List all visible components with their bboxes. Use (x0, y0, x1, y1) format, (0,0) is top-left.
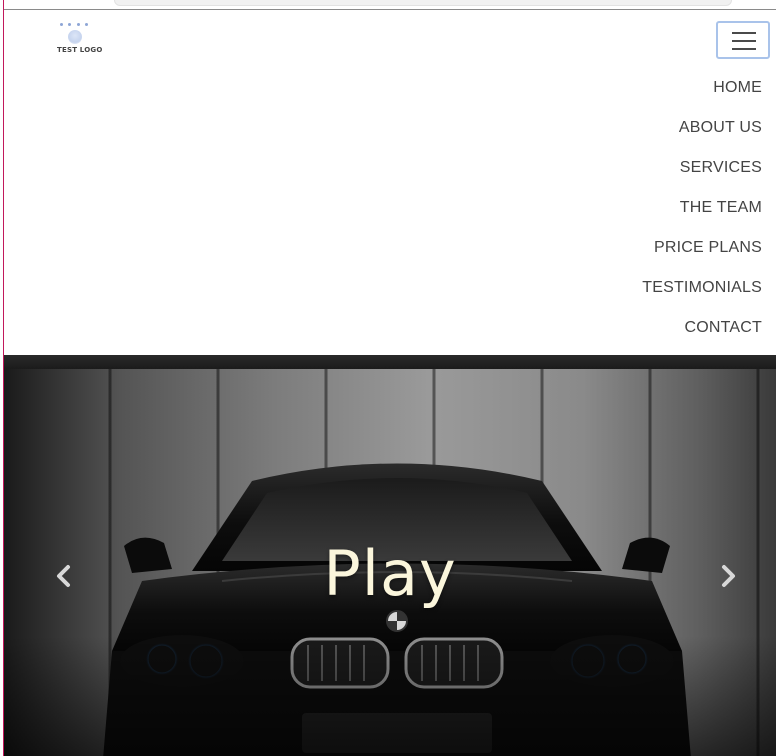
nav-item-contact: CONTACT (642, 307, 762, 347)
nav-link-about-us[interactable]: ABOUT US (679, 119, 762, 136)
chevron-right-icon (722, 565, 735, 587)
nav-item-about-us: ABOUT US (642, 107, 762, 147)
nav-item-home: HOME (642, 67, 762, 107)
logo-mark-icon (68, 30, 82, 44)
nav-link-services[interactable]: SERVICES (680, 159, 762, 176)
carousel-next-button[interactable] (716, 561, 742, 591)
logo-dots (60, 23, 88, 26)
site-header: TEST LOGO HOME ABOUT US SERVICES THE TEA… (4, 10, 776, 355)
chevron-left-icon (57, 565, 70, 587)
logo-text: TEST LOGO (57, 46, 103, 54)
page: TEST LOGO HOME ABOUT US SERVICES THE TEA… (0, 0, 776, 756)
ceiling-band (4, 355, 776, 369)
nav-link-the-team[interactable]: THE TEAM (680, 199, 762, 216)
address-bar-remnant (114, 0, 732, 6)
nav-item-services: SERVICES (642, 147, 762, 187)
nav-link-contact[interactable]: CONTACT (684, 319, 762, 336)
main-nav: HOME ABOUT US SERVICES THE TEAM PRICE PL… (642, 67, 762, 347)
hero-carousel: Play (4, 355, 776, 756)
nav-item-price-plans: PRICE PLANS (642, 227, 762, 267)
carousel-caption: Play (323, 537, 457, 610)
nav-link-home[interactable]: HOME (713, 79, 762, 96)
nav-link-testimonials[interactable]: TESTIMONIALS (642, 279, 762, 296)
menu-toggle-button[interactable] (716, 21, 770, 59)
nav-link-price-plans[interactable]: PRICE PLANS (654, 239, 762, 256)
browser-top-strip (4, 0, 776, 10)
floor-shadow (4, 636, 776, 756)
nav-item-the-team: THE TEAM (642, 187, 762, 227)
carousel-prev-button[interactable] (50, 561, 76, 591)
nav-item-testimonials: TESTIMONIALS (642, 267, 762, 307)
hamburger-icon (732, 32, 756, 34)
site-logo[interactable]: TEST LOGO (54, 20, 103, 66)
